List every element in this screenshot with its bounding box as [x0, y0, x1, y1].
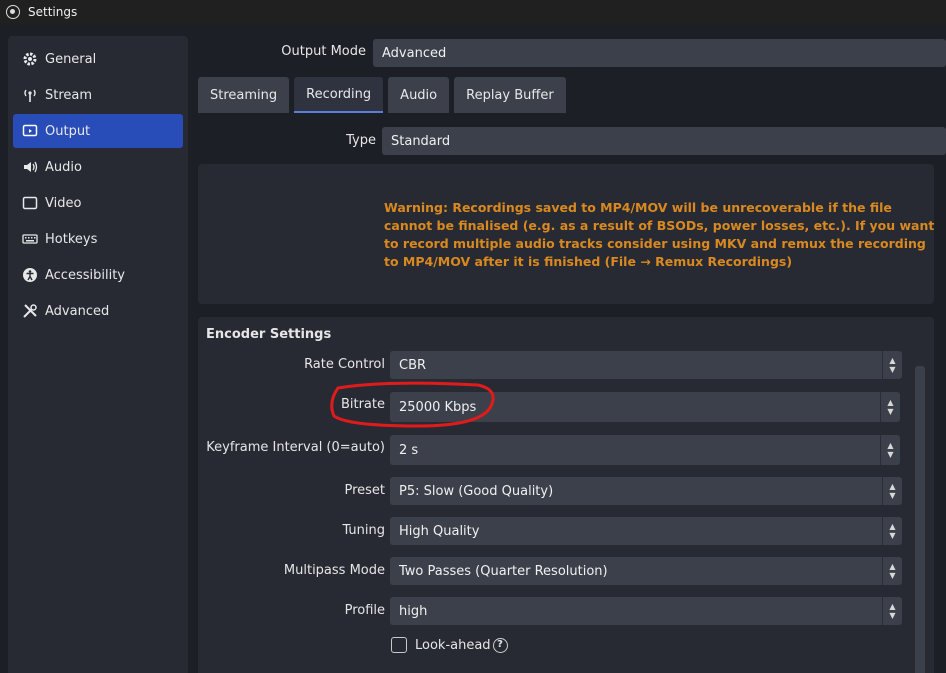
gear-icon: [22, 51, 38, 67]
sidebar-item-label: General: [45, 51, 97, 67]
multipass-mode-label: Multipass Mode: [283, 563, 385, 578]
chevron-up-down-icon: ▲ ▼: [882, 351, 902, 379]
rate-control-select[interactable]: CBR ▲ ▼: [390, 351, 902, 379]
lookahead-checkbox[interactable]: [391, 637, 407, 653]
lookahead-label-text: Look-ahead: [415, 638, 491, 653]
tab-label: Recording: [306, 86, 372, 102]
type-label: Type: [346, 133, 376, 148]
tab-label: Streaming: [210, 87, 278, 103]
type-value: Standard: [391, 133, 451, 149]
output-mode-value: Advanced: [382, 45, 447, 61]
rate-control-label: Rate Control: [304, 357, 385, 372]
tab-replay-buffer[interactable]: Replay Buffer: [454, 77, 566, 113]
main-panel: Output Mode Advanced Streaming Recording…: [196, 24, 946, 673]
tab-label: Audio: [400, 87, 438, 103]
multipass-mode-select[interactable]: Two Passes (Quarter Resolution) ▲ ▼: [390, 557, 902, 585]
bitrate-spinbox[interactable]: 25000 Kbps ▲ ▼: [390, 392, 900, 422]
window-title: Settings: [28, 5, 78, 19]
chevron-up-down-icon: ▲ ▼: [882, 517, 902, 545]
chevron-up-down-icon: ▲ ▼: [882, 557, 902, 585]
chevron-up-down-icon: ▲ ▼: [882, 597, 902, 625]
multipass-mode-value: Two Passes (Quarter Resolution): [399, 563, 608, 579]
type-select[interactable]: Standard: [382, 127, 946, 155]
preset-value: P5: Slow (Good Quality): [399, 483, 554, 499]
tab-streaming[interactable]: Streaming: [198, 77, 290, 113]
preset-label: Preset: [344, 483, 385, 498]
rate-control-value: CBR: [399, 357, 427, 373]
tuning-label: Tuning: [342, 523, 385, 538]
tab-recording[interactable]: Recording: [294, 77, 384, 113]
encoder-settings-title: Encoder Settings: [206, 327, 332, 342]
profile-select[interactable]: high ▲ ▼: [390, 597, 902, 625]
obs-logo-icon: [6, 5, 20, 19]
profile-value: high: [399, 603, 428, 619]
sidebar-item-label: Video: [45, 195, 82, 211]
keyboard-icon: [22, 231, 38, 247]
sidebar-item-audio[interactable]: Audio: [13, 150, 183, 184]
sidebar-item-label: Output: [45, 123, 91, 139]
antenna-icon: [22, 87, 38, 103]
preset-select[interactable]: P5: Slow (Good Quality) ▲ ▼: [390, 477, 902, 505]
recording-settings-panel: Warning: Recordings saved to MP4/MOV wil…: [198, 164, 934, 304]
bitrate-value: 25000 Kbps: [399, 399, 477, 415]
sidebar-item-advanced[interactable]: Advanced: [13, 294, 183, 328]
bitrate-label: Bitrate: [340, 397, 385, 412]
lookahead-label: Look-ahead?: [415, 638, 508, 653]
sidebar-item-label: Stream: [45, 87, 93, 103]
sidebar-item-stream[interactable]: Stream: [13, 78, 183, 112]
keyframe-interval-label: Keyframe Interval (0=auto): [206, 440, 385, 455]
output-tabs: Streaming Recording Audio Replay Buffer: [198, 77, 571, 113]
tuning-select[interactable]: High Quality ▲ ▼: [390, 517, 902, 545]
tools-icon: [22, 303, 38, 319]
chevron-up-down-icon: ▲ ▼: [882, 477, 902, 505]
output-mode-select[interactable]: Advanced: [373, 39, 946, 67]
title-bar: Settings: [0, 0, 946, 24]
tab-label: Replay Buffer: [466, 87, 554, 103]
output-monitor-icon: [22, 123, 38, 139]
help-icon[interactable]: ?: [492, 638, 508, 653]
sidebar-item-video[interactable]: Video: [13, 186, 183, 220]
sidebar-item-label: Hotkeys: [45, 231, 98, 247]
sidebar-item-accessibility[interactable]: Accessibility: [13, 258, 183, 292]
monitor-icon: [22, 195, 38, 211]
accessibility-icon: [22, 267, 38, 283]
spin-arrows-icon[interactable]: ▲ ▼: [880, 435, 900, 465]
keyframe-interval-value: 2 s: [399, 442, 419, 458]
keyframe-interval-spinbox[interactable]: 2 s ▲ ▼: [390, 435, 900, 465]
tuning-value: High Quality: [399, 523, 480, 539]
sidebar-item-hotkeys[interactable]: Hotkeys: [13, 222, 183, 256]
mp4-warning-text: Warning: Recordings saved to MP4/MOV wil…: [384, 200, 935, 269]
sidebar-item-label: Accessibility: [45, 267, 125, 283]
tab-audio[interactable]: Audio: [388, 77, 450, 113]
encoder-scrollbar[interactable]: [915, 366, 925, 673]
spin-arrows-icon[interactable]: ▲ ▼: [880, 392, 900, 422]
sidebar-item-label: Advanced: [45, 303, 110, 319]
sidebar: General Stream Output Audio Video Hotkey…: [8, 36, 188, 673]
profile-label: Profile: [344, 603, 385, 618]
sidebar-item-output[interactable]: Output: [13, 114, 183, 148]
sidebar-item-general[interactable]: General: [13, 42, 183, 76]
output-mode-label: Output Mode: [281, 44, 366, 59]
speaker-icon: [22, 159, 38, 175]
sidebar-item-label: Audio: [45, 159, 82, 175]
